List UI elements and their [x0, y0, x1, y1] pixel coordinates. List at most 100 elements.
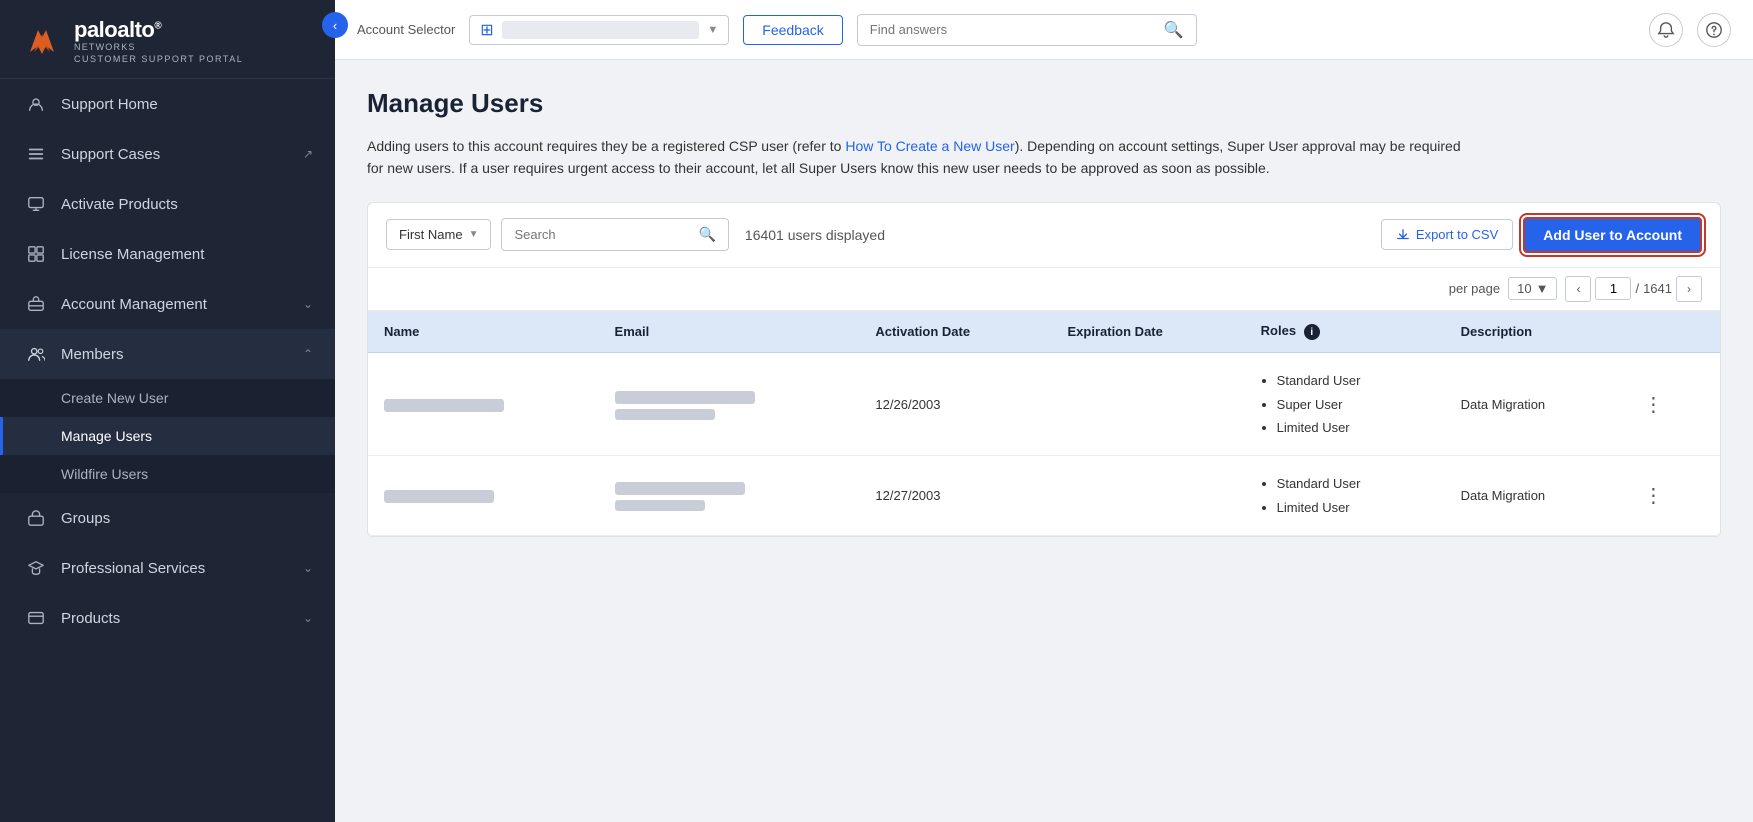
sidebar-item-label: Activate Products: [61, 196, 313, 213]
chevron-down-icon: ⌄: [303, 561, 313, 575]
table-header-row: Name Email Activation Date Expiration Da…: [368, 311, 1720, 353]
topbar: Account Selector ⊞ ▼ Feedback 🔍: [335, 0, 1753, 60]
sidebar-item-label: Support Cases: [61, 146, 303, 163]
row-actions-button[interactable]: ⋮: [1637, 390, 1670, 419]
chevron-down-icon: ⌄: [303, 611, 313, 625]
sidebar-item-label: Groups: [61, 510, 313, 527]
filter-select[interactable]: First Name ▼: [386, 219, 491, 250]
cell-activation-date: 12/27/2003: [859, 456, 1051, 536]
add-user-button[interactable]: Add User to Account: [1523, 217, 1702, 253]
sidebar-item-label: Support Home: [61, 96, 313, 113]
cell-expiration-date: [1052, 456, 1245, 536]
sidebar-item-label: Professional Services: [61, 560, 303, 577]
monitor-icon: [25, 193, 47, 215]
sidebar-item-wildfire-users[interactable]: Wildfire Users: [0, 455, 335, 493]
main-area: Account Selector ⊞ ▼ Feedback 🔍 Manage U…: [335, 0, 1753, 822]
sidebar-item-support-cases[interactable]: Support Cases ↗: [0, 129, 335, 179]
row-actions-button[interactable]: ⋮: [1637, 481, 1670, 510]
sidebar-item-label: Account Management: [61, 296, 303, 313]
graduate-icon: [25, 557, 47, 579]
chevron-down-icon: ▼: [1536, 281, 1549, 296]
export-csv-button[interactable]: Export to CSV: [1381, 219, 1513, 250]
blurred-email: [615, 391, 755, 404]
col-roles: Roles i: [1245, 311, 1445, 353]
sidebar-item-support-home[interactable]: Support Home: [0, 79, 335, 129]
page-title: Manage Users: [367, 88, 1721, 119]
blurred-email-2: [615, 409, 715, 420]
products-icon: [25, 607, 47, 629]
cell-description: Data Migration: [1445, 456, 1622, 536]
sidebar-item-label: Members: [61, 346, 303, 363]
sidebar-item-activate-products[interactable]: Activate Products: [0, 179, 335, 229]
cell-email: [599, 353, 860, 456]
account-selector-label: Account Selector: [357, 22, 455, 37]
sidebar-item-products[interactable]: Products ⌄: [0, 593, 335, 643]
external-link-icon: ↗: [303, 147, 313, 161]
feedback-button[interactable]: Feedback: [743, 15, 842, 45]
account-selector-icon: ⊞: [480, 20, 493, 40]
blurred-email-2: [615, 500, 705, 511]
sidebar-logo: paloalto® NETWORKS CUSTOMER SUPPORT PORT…: [0, 0, 335, 79]
pagination-bar: per page 10 ▼ ‹ / 1641 ›: [368, 268, 1720, 311]
sidebar-item-manage-users[interactable]: Manage Users: [0, 417, 335, 455]
members-subnav: Create New User Manage Users Wildfire Us…: [0, 379, 335, 493]
sidebar-item-label: License Management: [61, 246, 313, 263]
cell-roles: Standard User Super User Limited User: [1245, 353, 1445, 456]
chevron-down-icon: ⌄: [303, 297, 313, 311]
col-name: Name: [368, 311, 599, 353]
blurred-name: [384, 399, 504, 412]
paloalto-logo-icon: [20, 22, 64, 60]
cell-email: [599, 456, 860, 536]
cell-expiration-date: [1052, 353, 1245, 456]
page-input[interactable]: [1595, 277, 1631, 300]
search-input[interactable]: [870, 22, 1156, 37]
col-description: Description: [1445, 311, 1622, 353]
account-selector[interactable]: ⊞ ▼: [469, 15, 729, 45]
cell-roles: Standard User Limited User: [1245, 456, 1445, 536]
sidebar-item-account-management[interactable]: Account Management ⌄: [0, 279, 335, 329]
search-icon: 🔍: [1164, 20, 1184, 40]
next-page-button[interactable]: ›: [1676, 276, 1702, 302]
sidebar-item-label: Products: [61, 610, 303, 627]
page-navigation: ‹ / 1641 ›: [1565, 276, 1702, 302]
cell-actions: ⋮: [1621, 353, 1720, 456]
per-page-select[interactable]: 10 ▼: [1508, 277, 1557, 300]
portal-label: CUSTOMER SUPPORT PORTAL: [74, 54, 243, 64]
download-icon: [1396, 228, 1410, 242]
home-icon: [25, 93, 47, 115]
chevron-down-icon: ▼: [707, 24, 718, 36]
briefcase-icon: [25, 293, 47, 315]
cell-name: [368, 456, 599, 536]
help-button[interactable]: [1697, 13, 1731, 47]
sidebar-item-create-new-user[interactable]: Create New User: [0, 379, 335, 417]
table-search-input[interactable]: [514, 227, 690, 242]
sidebar-item-license-management[interactable]: License Management: [0, 229, 335, 279]
table-toolbar: First Name ▼ 🔍 16401 users displayed Exp…: [368, 203, 1720, 268]
blurred-name: [384, 490, 494, 503]
previous-page-button[interactable]: ‹: [1565, 276, 1591, 302]
cell-description: Data Migration: [1445, 353, 1622, 456]
cell-activation-date: 12/26/2003: [859, 353, 1051, 456]
users-table: Name Email Activation Date Expiration Da…: [368, 311, 1720, 536]
groups-icon: [25, 507, 47, 529]
sidebar-item-members[interactable]: Members ⌃: [0, 329, 335, 379]
cell-actions: ⋮: [1621, 456, 1720, 536]
table-search-bar: 🔍: [501, 218, 728, 251]
search-bar: 🔍: [857, 14, 1197, 46]
table-row: 12/26/2003 Standard User Super User Limi…: [368, 353, 1720, 456]
sidebar-item-professional-services[interactable]: Professional Services ⌄: [0, 543, 335, 593]
col-activation-date: Activation Date: [859, 311, 1051, 353]
cell-name: [368, 353, 599, 456]
list-icon: [25, 143, 47, 165]
roles-info-icon[interactable]: i: [1304, 324, 1320, 340]
content-area: Manage Users Adding users to this accoun…: [335, 60, 1753, 822]
table-row: 12/27/2003 Standard User Limited User Da…: [368, 456, 1720, 536]
logo-text: paloalto® NETWORKS CUSTOMER SUPPORT PORT…: [74, 18, 243, 64]
col-expiration-date: Expiration Date: [1052, 311, 1245, 353]
brand-name: paloalto®: [74, 18, 243, 42]
sidebar-item-groups[interactable]: Groups: [0, 493, 335, 543]
sidebar: paloalto® NETWORKS CUSTOMER SUPPORT PORT…: [0, 0, 335, 822]
users-count: 16401 users displayed: [745, 227, 885, 243]
how-to-create-link[interactable]: How To Create a New User: [845, 138, 1014, 154]
notification-button[interactable]: [1649, 13, 1683, 47]
